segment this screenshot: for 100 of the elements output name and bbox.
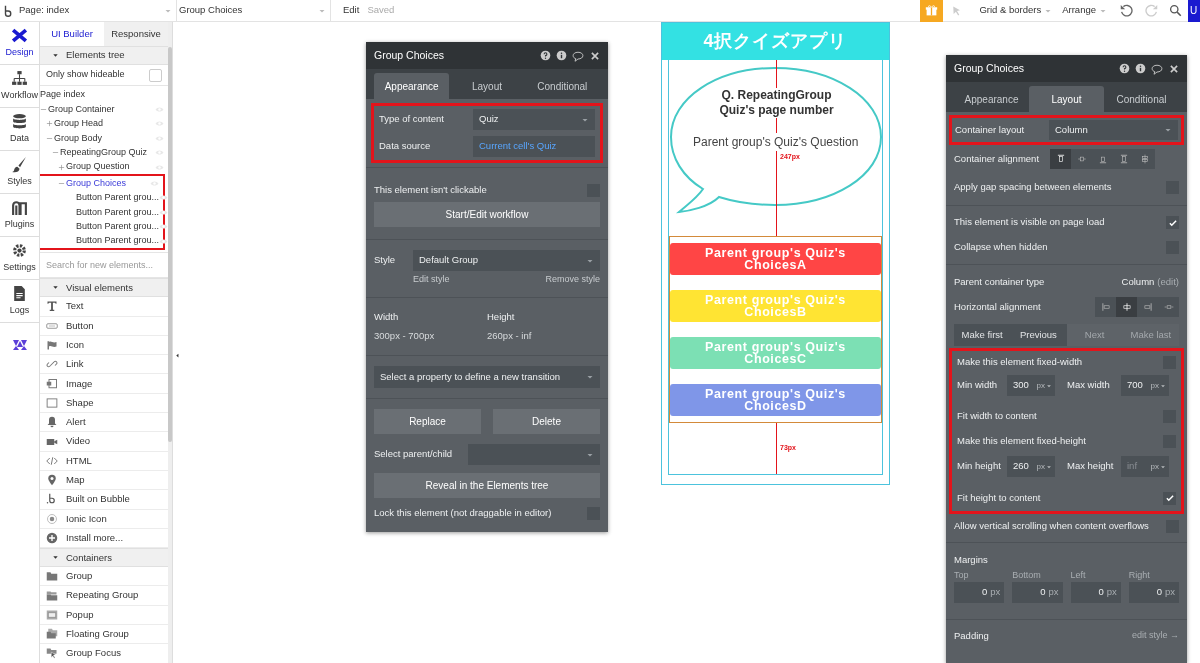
section-title: Padding (954, 628, 989, 643)
number-field[interactable]: 260 px (1007, 456, 1055, 477)
eye-icon (159, 193, 168, 203)
edit-link[interactable]: Edit (343, 3, 360, 18)
logo-icon (46, 493, 58, 506)
tree-item[interactable]: Group Question (40, 159, 168, 175)
caret-icon (1164, 126, 1172, 134)
unit-dropdown[interactable]: px (1150, 379, 1166, 392)
checkbox[interactable] (1163, 491, 1176, 505)
section-header[interactable]: Visual elements (40, 278, 168, 298)
element-item[interactable]: Floating Group (40, 625, 168, 645)
element-dropdown[interactable]: Group Choices (177, 0, 331, 22)
panel-tab[interactable]: Layout (449, 73, 525, 99)
style-dropdown[interactable]: Default Group (413, 250, 600, 271)
delete-button[interactable]: Delete (493, 409, 600, 434)
checkbox[interactable] (1166, 216, 1179, 229)
element-item[interactable]: Video (40, 432, 168, 452)
expand-icon (46, 120, 53, 128)
grid-borders-menu[interactable]: Grid & borders (979, 3, 1053, 18)
undo-button[interactable] (1119, 3, 1133, 18)
gift-button[interactable] (920, 0, 944, 22)
field-label: Select parent/child (374, 447, 454, 462)
caret-icon (1046, 382, 1052, 389)
tree-item[interactable]: Button Parent grou... (40, 205, 163, 220)
nav-tab[interactable]: Styles (0, 151, 39, 194)
alignment-option[interactable] (1050, 149, 1071, 169)
tree-item[interactable]: Page index (40, 88, 168, 103)
number-field[interactable]: 0 px (1128, 582, 1179, 603)
number-field[interactable]: 300 px (1007, 375, 1055, 396)
nav-tab[interactable]: Settings (0, 237, 39, 280)
unit-dropdown[interactable]: px (1036, 379, 1052, 392)
tree-item[interactable]: Group Container (40, 102, 168, 117)
field-value: Column (1121, 274, 1155, 289)
remove-style-link[interactable]: Remove style (545, 273, 600, 287)
section-header[interactable]: Containers (40, 548, 168, 568)
builder-tab[interactable]: Responsive (104, 22, 168, 46)
section-title: Margins (954, 553, 989, 567)
field-label: Right (1128, 569, 1151, 581)
eye-icon (159, 236, 168, 246)
number-field[interactable]: 0 px (954, 582, 1005, 603)
nav-tab[interactable]: Data (0, 108, 39, 151)
unit-dropdown[interactable]: px (1150, 460, 1166, 473)
tree-item[interactable]: Button Parent grou... (40, 190, 163, 206)
account-button[interactable]: U (1188, 0, 1200, 22)
panel-tab[interactable]: Conditional (1104, 86, 1179, 112)
field-label: Parent container type (954, 274, 1045, 289)
page-dropdown[interactable]: Page: index (19, 0, 177, 22)
edit-style-link[interactable]: Edit style (413, 273, 450, 287)
element-item[interactable]: Group (40, 567, 168, 587)
panel-tab[interactable]: Layout (1029, 86, 1104, 112)
element-item[interactable]: Popup (40, 605, 168, 626)
field-label: Container layout (955, 122, 1026, 137)
redo-button[interactable] (1145, 3, 1159, 18)
tree-item[interactable]: Button Parent grou... (40, 219, 163, 234)
workflow-button[interactable]: Start/Edit workflow (374, 202, 600, 227)
layout-dropdown[interactable]: Column (1049, 120, 1178, 140)
arrange-menu[interactable]: Arrange (1062, 3, 1107, 18)
alignment-option[interactable] (1116, 297, 1137, 317)
element-item[interactable]: Shape (40, 393, 168, 414)
scrollbar[interactable] (168, 22, 172, 663)
close-icon (590, 50, 600, 61)
nav-tab[interactable]: Design (0, 22, 39, 65)
checkbox-label: Allow vertical scrolling when content overflows (954, 518, 1149, 533)
map-pin-icon (46, 474, 58, 487)
tree-item[interactable]: Button Parent grou... (40, 233, 163, 249)
panel-tab[interactable]: Conditional (524, 73, 600, 99)
help-icon (1119, 63, 1130, 74)
replace-button[interactable]: Replace (374, 409, 481, 434)
order-button[interactable]: Previous (1010, 324, 1067, 346)
element-item[interactable]: Repeating Group (40, 586, 168, 606)
folders-icon (46, 589, 58, 602)
tree-item[interactable]: RepeatingGroup Quiz (40, 145, 168, 160)
section-header[interactable]: Elements tree (40, 46, 168, 65)
number-field[interactable]: 0 px (1012, 582, 1063, 603)
nav-tab[interactable]: Workflow (0, 65, 39, 108)
checkbox-label: Fit width to content (957, 409, 1037, 424)
checkbox-label: Only show hideable (46, 68, 125, 82)
panel-tab[interactable]: Appearance (954, 86, 1029, 112)
field-label: Width (374, 309, 400, 324)
nav-tab[interactable]: Logs (0, 280, 39, 323)
search-button[interactable] (1169, 4, 1182, 17)
checkbox[interactable] (149, 68, 162, 82)
transition-dropdown[interactable]: Select a property to define a new transition (374, 366, 600, 388)
tree-item[interactable]: Group Head (40, 116, 168, 132)
order-button[interactable]: Make first (954, 324, 1011, 346)
stretch-icon (1163, 302, 1174, 312)
collapse-arrow-icon (175, 352, 180, 359)
panel-tab[interactable]: Appearance (374, 73, 450, 99)
number-field[interactable]: 700 px (1121, 375, 1169, 396)
number-field[interactable]: 0 px (1070, 582, 1121, 603)
nav-tab[interactable]: Plugins (0, 194, 39, 237)
unit-dropdown[interactable]: px (1036, 460, 1052, 473)
search-field[interactable]: Search for new elements... (46, 255, 162, 276)
tree-item[interactable]: Group Choices (40, 176, 163, 191)
tree-item[interactable]: Group Body (40, 131, 168, 146)
reveal-button[interactable]: Reveal in the Elements tree (374, 473, 600, 498)
checkbox-label: Fit height to content (957, 490, 1041, 505)
app-header: 4択クイズアプリ (662, 23, 889, 60)
type-dropdown[interactable]: Quiz (473, 109, 595, 130)
info-icon (1135, 63, 1146, 74)
